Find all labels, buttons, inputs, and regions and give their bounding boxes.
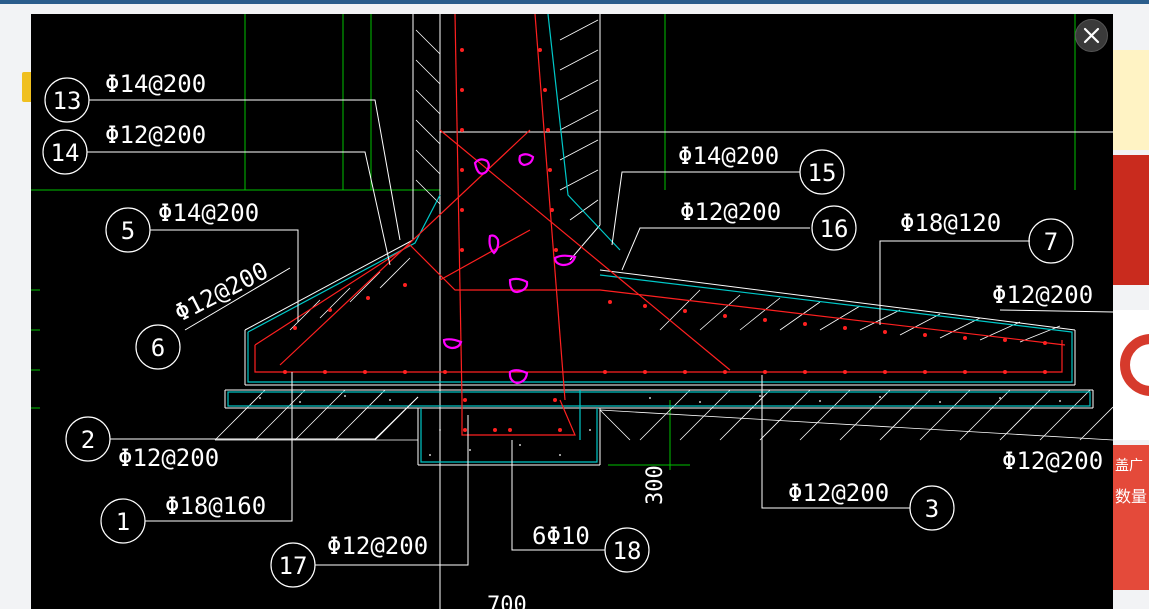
rebar-label-18: 6Φ10 [532,522,590,550]
close-icon [1083,27,1100,44]
tag-17: 17 [279,552,308,580]
tag-18: 18 [613,537,642,565]
rebar-label-3: Φ12@200 [788,479,889,507]
concrete-speckle [259,395,1061,456]
dimension-700: 700 [487,593,527,609]
ad-text: 数量 [1115,487,1148,506]
tag-3: 3 [925,495,939,523]
ad-banner[interactable] [1113,155,1149,285]
ad-text: 盖广 [1115,458,1143,474]
tag-14: 14 [51,139,80,167]
tag-5: 5 [121,217,135,245]
cad-drawing: 13 14 5 6 15 16 7 2 1 17 18 3 Φ14@200 Φ1… [31,14,1113,609]
image-viewer[interactable]: 13 14 5 6 15 16 7 2 1 17 18 3 Φ14@200 Φ1… [31,14,1113,609]
ad-banner[interactable]: 盖广 数量 [1113,445,1149,590]
rebar-label-1: Φ18@160 [165,492,266,520]
rebar-label-15: Φ14@200 [678,142,779,170]
rebar-label-14: Φ12@200 [105,121,206,149]
rebar-label-7b: Φ12@200 [992,281,1093,309]
rebar-label-2: Φ12@200 [118,444,219,472]
tag-15: 15 [808,159,837,187]
sidebar-ads: 盖广 数量 [1113,50,1149,609]
tag-13: 13 [53,87,82,115]
tag-1: 1 [116,508,130,536]
ad-banner[interactable] [1113,50,1149,150]
ad-banner[interactable] [1113,310,1149,440]
rebar-label-3b: Φ12@200 [1002,447,1103,475]
tag-6: 6 [151,334,165,362]
rebar-label-7: Φ18@120 [900,209,1001,237]
cover-lines [227,14,1091,463]
dimension-300: 300 [643,465,668,505]
rebar-label-13: Φ14@200 [105,70,206,98]
close-button[interactable] [1075,19,1108,52]
rebar-label-5: Φ14@200 [158,199,259,227]
rebar-label-6: Φ12@200 [170,256,273,327]
structure-outline [224,14,1113,609]
tag-7: 7 [1044,228,1058,256]
tag-16: 16 [820,215,849,243]
rebar-label-16: Φ12@200 [680,198,781,226]
tag-2: 2 [81,426,95,454]
rebar-label-17: Φ12@200 [327,532,428,560]
